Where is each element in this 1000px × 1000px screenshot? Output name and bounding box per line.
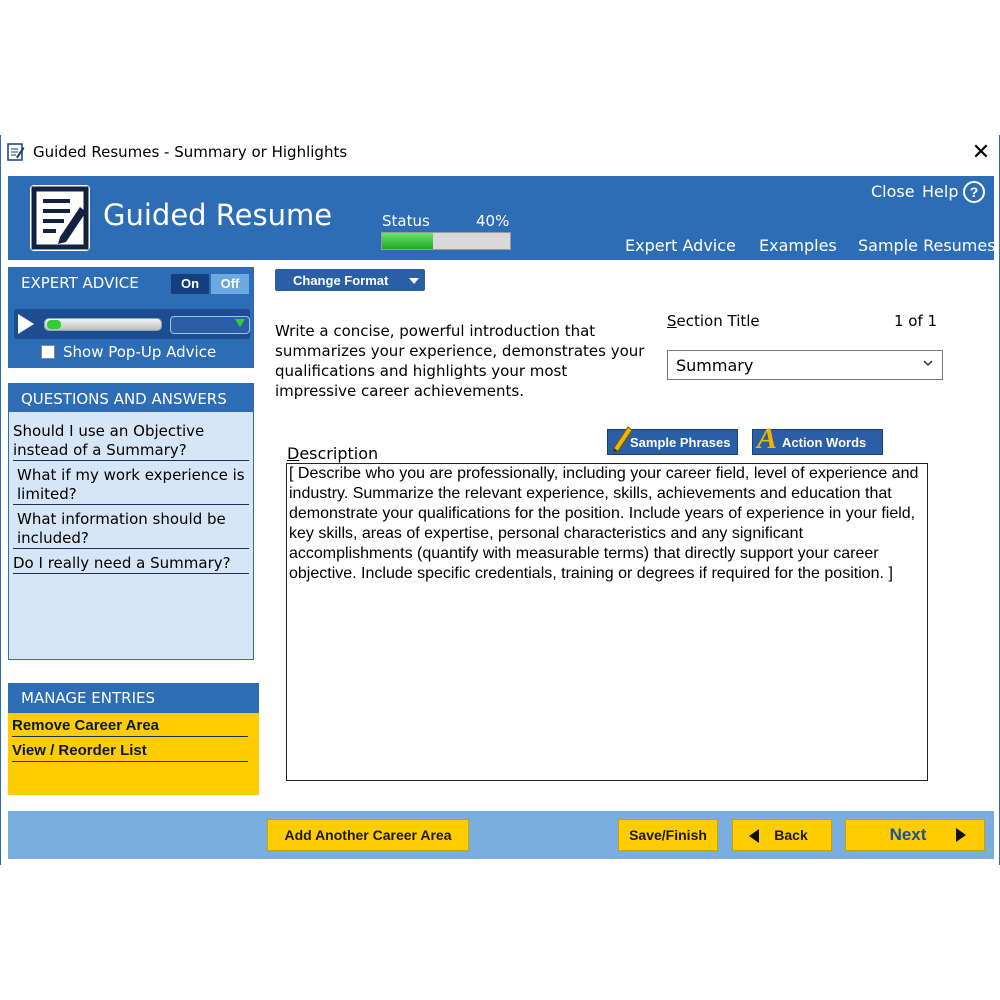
- remove-career-area-link[interactable]: Remove Career Area: [12, 717, 248, 737]
- popup-advice-label: Show Pop-Up Advice: [63, 343, 217, 361]
- sample-phrases-button[interactable]: Sample Phrases: [607, 426, 738, 455]
- manage-entries-panel: MANAGE ENTRIES Remove Career Area View /…: [8, 683, 259, 795]
- audio-player: [14, 309, 250, 339]
- app-title: Guided Resume: [103, 198, 333, 232]
- expert-advice-off-toggle[interactable]: Off: [211, 274, 249, 294]
- description-label: Description: [287, 444, 379, 463]
- expert-advice-panel: EXPERT ADVICE On Off Show Pop-Up Advice: [8, 267, 254, 368]
- help-circle-icon[interactable]: ?: [963, 181, 985, 203]
- qa-header: QUESTIONS AND ANSWERS: [9, 384, 253, 412]
- back-arrow-icon: [749, 829, 759, 843]
- audio-seek-slider[interactable]: [44, 318, 162, 331]
- app-window: Guided Resumes - Summary or Highlights ✕…: [0, 135, 1000, 865]
- expert-advice-title: EXPERT ADVICE: [21, 274, 139, 292]
- next-label: Next: [889, 825, 927, 844]
- volume-slider[interactable]: [170, 316, 250, 334]
- questions-answers-panel: QUESTIONS AND ANSWERS Should I use an Ob…: [8, 383, 254, 660]
- window-title: Guided Resumes - Summary or Highlights: [33, 143, 348, 161]
- nav-sample-resumes[interactable]: Sample Resumes: [858, 236, 996, 255]
- action-a-icon: A: [757, 422, 778, 455]
- status-progress-fill: [382, 233, 434, 249]
- change-format-button[interactable]: Change Format: [275, 269, 425, 291]
- app-notepad-icon: [7, 143, 25, 161]
- resume-logo-icon: [30, 185, 90, 251]
- qa-title: QUESTIONS AND ANSWERS: [21, 390, 227, 408]
- window-close-button[interactable]: ✕: [969, 139, 993, 165]
- save-finish-label: Save/Finish: [629, 827, 707, 843]
- chevron-down-icon: [922, 357, 934, 372]
- status-percent: 40%: [476, 212, 510, 230]
- qa-item[interactable]: What information should be included?: [13, 510, 249, 549]
- manage-entries-title: MANAGE ENTRIES: [21, 689, 155, 707]
- popup-advice-checkbox[interactable]: [41, 345, 55, 359]
- add-career-area-label: Add Another Career Area: [284, 827, 452, 843]
- next-button[interactable]: Next: [845, 819, 985, 851]
- status-label: Status: [382, 212, 430, 230]
- volume-marker-icon: [235, 319, 245, 327]
- close-link[interactable]: Close: [871, 182, 915, 201]
- sample-phrases-label: Sample Phrases: [630, 435, 731, 450]
- nav-examples[interactable]: Examples: [759, 236, 837, 255]
- nav-expert-advice[interactable]: Expert Advice: [625, 236, 736, 255]
- section-title-select[interactable]: Summary: [667, 350, 943, 380]
- app-header: Guided Resume Status 40% Close Help ? Ex…: [8, 176, 996, 260]
- page-count: 1 of 1: [894, 312, 938, 330]
- back-label: Back: [774, 827, 808, 843]
- qa-item[interactable]: What if my work experience is limited?: [13, 466, 249, 505]
- view-reorder-list-link[interactable]: View / Reorder List: [12, 742, 248, 762]
- help-link[interactable]: Help: [922, 182, 958, 201]
- back-button[interactable]: Back: [732, 819, 832, 851]
- seek-knob[interactable]: [47, 320, 61, 329]
- footer-bar: Add Another Career Area Save/Finish Back…: [8, 811, 994, 859]
- change-format-label: Change Format: [293, 273, 389, 288]
- qa-item[interactable]: Do I really need a Summary?: [13, 554, 249, 574]
- instructions-text: Write a concise, powerful introduction t…: [275, 322, 645, 400]
- manage-entries-header: MANAGE ENTRIES: [8, 683, 259, 713]
- dropdown-arrow-icon: [409, 278, 419, 284]
- title-bar: Guided Resumes - Summary or Highlights ✕: [1, 135, 999, 171]
- qa-item[interactable]: Should I use an Objective instead of a S…: [13, 422, 249, 461]
- description-textarea[interactable]: [ Describe who you are professionally, i…: [286, 463, 928, 781]
- action-words-button[interactable]: A Action Words: [752, 422, 883, 455]
- section-title-label: Section Title: [667, 312, 760, 330]
- section-title-value: Summary: [676, 356, 754, 375]
- description-text[interactable]: [ Describe who you are professionally, i…: [289, 464, 921, 584]
- save-finish-button[interactable]: Save/Finish: [618, 819, 718, 851]
- status-progress-bar: [381, 232, 511, 250]
- action-words-label: Action Words: [782, 435, 867, 450]
- next-arrow-icon: [956, 828, 966, 842]
- add-career-area-button[interactable]: Add Another Career Area: [267, 819, 469, 851]
- expert-advice-on-toggle[interactable]: On: [171, 274, 209, 294]
- play-icon[interactable]: [18, 314, 34, 334]
